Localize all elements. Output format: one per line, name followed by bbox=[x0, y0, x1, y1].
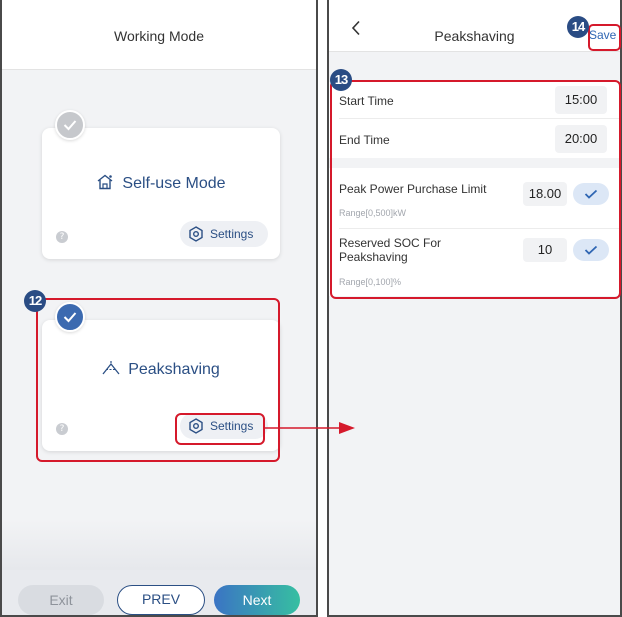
footer-fade bbox=[2, 520, 316, 570]
mode-card-self-use[interactable]: Self-use Mode ? Settings bbox=[42, 128, 280, 259]
exit-button[interactable]: Exit bbox=[18, 585, 104, 615]
settings-label: Settings bbox=[210, 227, 254, 241]
page-title: Working Mode bbox=[113, 28, 204, 44]
house-icon bbox=[97, 174, 113, 190]
annotation-box-settings bbox=[175, 413, 265, 445]
settings-button-self-use[interactable]: Settings bbox=[180, 221, 268, 247]
next-button[interactable]: Next bbox=[214, 585, 300, 615]
step-badge-14: 14 bbox=[567, 16, 589, 38]
annotation-box-parameters bbox=[330, 80, 621, 299]
step-badge-13: 13 bbox=[330, 69, 352, 91]
mode-label-self-use: Self-use Mode bbox=[122, 175, 226, 192]
gear-icon bbox=[189, 226, 203, 242]
working-mode-header: Working Mode bbox=[2, 0, 316, 70]
annotation-arrow bbox=[265, 422, 355, 434]
annotation-box-save bbox=[588, 24, 621, 51]
step-badge-12: 12 bbox=[24, 290, 46, 312]
prev-button[interactable]: PREV bbox=[117, 585, 205, 615]
help-icon[interactable]: ? bbox=[56, 231, 68, 243]
mode-name-self-use: Self-use Mode bbox=[42, 174, 280, 193]
check-icon bbox=[63, 120, 77, 131]
mode-check-self-use[interactable] bbox=[55, 110, 85, 140]
